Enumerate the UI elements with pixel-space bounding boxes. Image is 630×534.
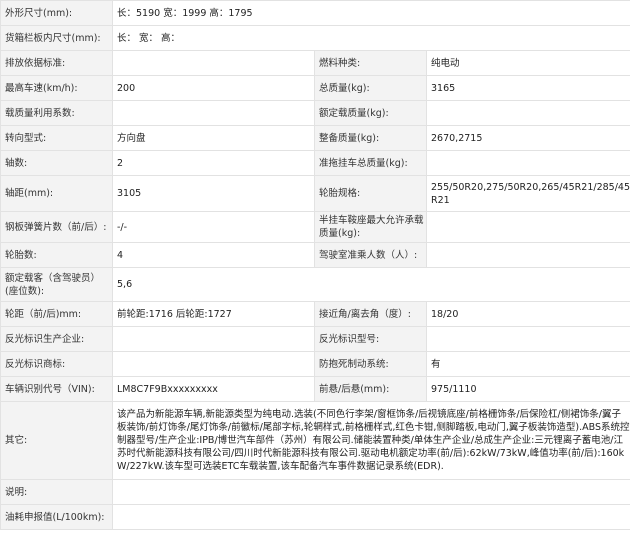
reflector-brand-value: [112, 351, 315, 377]
reflector-brand-label: 反光标识商标:: [0, 351, 113, 377]
table-row: 轴数: 2 准拖挂车总质量(kg):: [0, 150, 630, 176]
vin-label: 车辆识别代号（VIN):: [0, 376, 113, 402]
gross-mass-value: 3165: [426, 75, 630, 101]
tire-spec-label: 轮胎规格:: [314, 175, 427, 212]
abs-value: 有: [426, 351, 630, 377]
emission-value: [112, 50, 315, 76]
other-value: 该产品为新能源车辆,新能源类型为纯电动.选装(不同色行李架/窗框饰条/后视镜底座…: [112, 401, 630, 480]
cab-seats-value: [426, 242, 630, 268]
overhang-value: 975/1110: [426, 376, 630, 402]
table-row: 排放依据标准: 燃料种类: 纯电动: [0, 50, 630, 76]
fuel-consumption-value: [112, 504, 630, 530]
fuel-consumption-label: 油耗申报值(L/100km):: [0, 504, 113, 530]
reflector-maker-label: 反光标识生产企业:: [0, 326, 113, 352]
table-row: 转向型式: 方向盘 整备质量(kg): 2670,2715: [0, 125, 630, 151]
approach-angle-value: 18/20: [426, 301, 630, 327]
curb-mass-label: 整备质量(kg):: [314, 125, 427, 151]
trailer-mass-value: [426, 150, 630, 176]
axles-value: 2: [112, 150, 315, 176]
seats-value: 5,6: [112, 267, 630, 302]
cargo-dims-value: 长： 宽： 高：: [112, 25, 630, 51]
table-row: 车辆识别代号（VIN): LM8C7F9Bxxxxxxxxx 前悬/后悬(mm)…: [0, 376, 630, 402]
wheelbase-value: 3105: [112, 175, 315, 212]
vin-value: LM8C7F9Bxxxxxxxxx: [112, 376, 315, 402]
abs-label: 防抱死制动系统:: [314, 351, 427, 377]
cab-seats-label: 驾驶室准乘人数（人）:: [314, 242, 427, 268]
table-row: 反光标识商标: 防抱死制动系统: 有: [0, 351, 630, 377]
table-row: 油耗申报值(L/100km):: [0, 504, 630, 530]
wheelbase-label: 轴距(mm):: [0, 175, 113, 212]
curb-mass-value: 2670,2715: [426, 125, 630, 151]
table-row: 轴距(mm): 3105 轮胎规格: 255/50R20,275/50R20,2…: [0, 175, 630, 212]
reflector-maker-value: [112, 326, 315, 352]
tires-value: 4: [112, 242, 315, 268]
springs-label: 钢板弹簧片数（前/后）:: [0, 211, 113, 243]
max-speed-value: 200: [112, 75, 315, 101]
table-row: 其它: 该产品为新能源车辆,新能源类型为纯电动.选装(不同色行李架/窗框饰条/后…: [0, 401, 630, 480]
table-row: 额定载客（含驾驶员）(座位数): 5,6: [0, 267, 630, 302]
max-speed-label: 最高车速(km/h):: [0, 75, 113, 101]
track-value: 前轮距:1716 后轮距:1727: [112, 301, 315, 327]
approach-angle-label: 接近角/离去角（度）:: [314, 301, 427, 327]
load-factor-value: [112, 100, 315, 126]
rated-load-value: [426, 100, 630, 126]
dims-value: 长：5190 宽：1999 高：1795: [112, 0, 630, 26]
trailer-mass-label: 准拖挂车总质量(kg):: [314, 150, 427, 176]
table-row: 载质量利用系数: 额定载质量(kg):: [0, 100, 630, 126]
emission-label: 排放依据标准:: [0, 50, 113, 76]
other-label: 其它:: [0, 401, 113, 480]
table-row: 钢板弹簧片数（前/后）: -/- 半挂车鞍座最大允许承载质量(kg):: [0, 211, 630, 243]
reflector-model-label: 反光标识型号:: [314, 326, 427, 352]
table-row: 轮距（前/后)mm: 前轮距:1716 后轮距:1727 接近角/离去角（度）:…: [0, 301, 630, 327]
fuel-type-value: 纯电动: [426, 50, 630, 76]
table-row: 说明:: [0, 479, 630, 505]
steering-value: 方向盘: [112, 125, 315, 151]
seats-label: 额定载客（含驾驶员）(座位数):: [0, 267, 113, 302]
rated-load-label: 额定载质量(kg):: [314, 100, 427, 126]
spec-table: 外形尺寸(mm): 长：5190 宽：1999 高：1795 货箱栏板内尺寸(m…: [0, 0, 630, 530]
table-row: 反光标识生产企业: 反光标识型号:: [0, 326, 630, 352]
cargo-dims-label: 货箱栏板内尺寸(mm):: [0, 25, 113, 51]
table-row: 货箱栏板内尺寸(mm): 长： 宽： 高：: [0, 25, 630, 51]
springs-value: -/-: [112, 211, 315, 243]
saddle-load-value: [426, 211, 630, 243]
table-row: 轮胎数: 4 驾驶室准乘人数（人）:: [0, 242, 630, 268]
axles-label: 轴数:: [0, 150, 113, 176]
dims-label: 外形尺寸(mm):: [0, 0, 113, 26]
reflector-model-value: [426, 326, 630, 352]
table-row: 外形尺寸(mm): 长：5190 宽：1999 高：1795: [0, 0, 630, 26]
remarks-label: 说明:: [0, 479, 113, 505]
fuel-type-label: 燃料种类:: [314, 50, 427, 76]
gross-mass-label: 总质量(kg):: [314, 75, 427, 101]
track-label: 轮距（前/后)mm:: [0, 301, 113, 327]
saddle-load-label: 半挂车鞍座最大允许承载质量(kg):: [314, 211, 427, 243]
remarks-value: [112, 479, 630, 505]
table-row: 最高车速(km/h): 200 总质量(kg): 3165: [0, 75, 630, 101]
tire-spec-value: 255/50R20,275/50R20,265/45R21/285/45R21: [426, 175, 630, 212]
overhang-label: 前悬/后悬(mm):: [314, 376, 427, 402]
tires-label: 轮胎数:: [0, 242, 113, 268]
steering-label: 转向型式:: [0, 125, 113, 151]
load-factor-label: 载质量利用系数:: [0, 100, 113, 126]
